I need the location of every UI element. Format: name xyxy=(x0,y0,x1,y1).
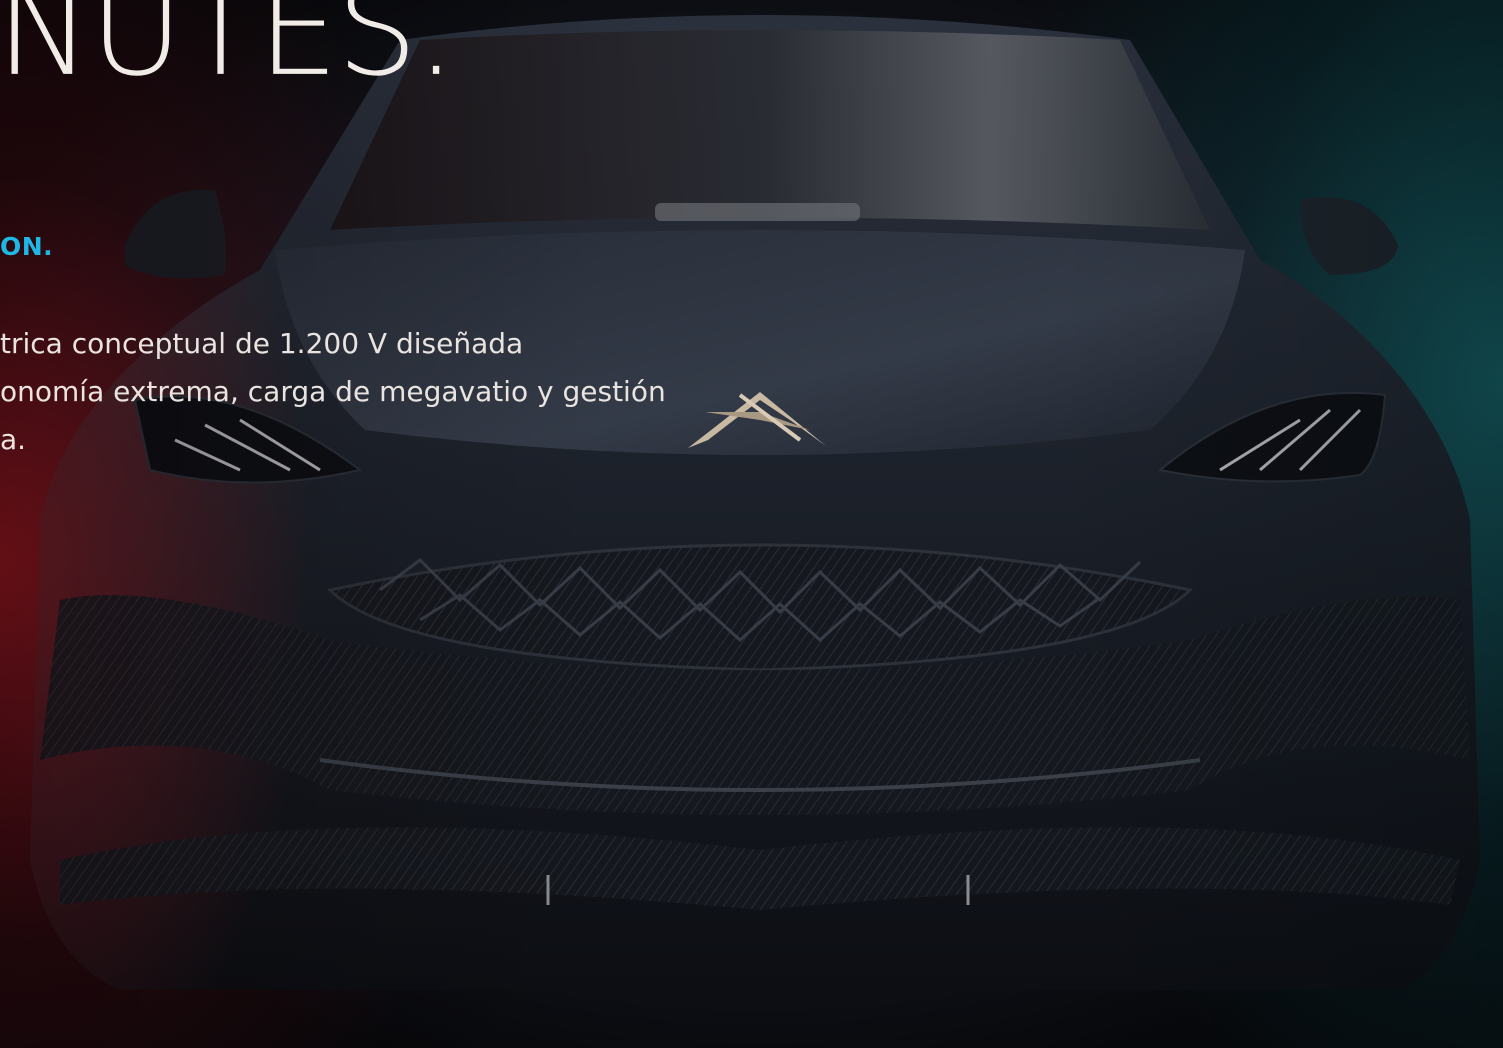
description-line: trica conceptual de 1.200 V diseñada xyxy=(0,327,524,360)
description-line: onomía extrema, carga de megavatio y ges… xyxy=(0,375,666,408)
hero-subheading: ON. xyxy=(0,232,54,261)
hero-description: trica conceptual de 1.200 V diseñada ono… xyxy=(0,320,720,464)
description-line: a. xyxy=(0,423,27,456)
hero-headline: NUTES. xyxy=(0,0,456,106)
car-image xyxy=(30,15,1480,990)
hero-section: NUTES. ON. trica conceptual de 1.200 V d… xyxy=(0,0,1503,1048)
